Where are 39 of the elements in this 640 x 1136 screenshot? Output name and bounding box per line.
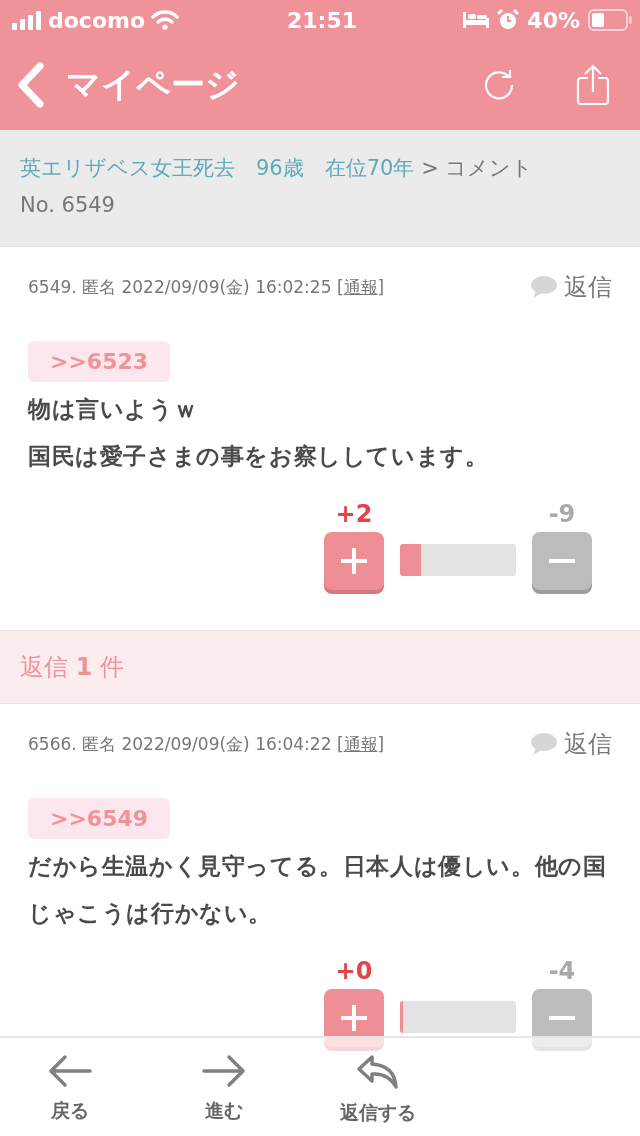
comment-text: 国民は愛子さまの事をお察ししています。 xyxy=(28,442,490,471)
plus-icon xyxy=(339,546,369,576)
signal-icon xyxy=(12,10,42,30)
comment-meta: 6566. 匿名 2022/09/09(金) 16:04:22 [通報] xyxy=(28,732,385,756)
toolbar-button[interactable]: 返信する xyxy=(336,1038,420,1126)
plus-count: +0 xyxy=(335,957,373,985)
minus-count: -4 xyxy=(548,957,576,985)
reply-button[interactable]: 返信 xyxy=(530,271,612,303)
comment-text: 物は言いようｗ xyxy=(28,395,199,424)
wifi-icon xyxy=(151,10,180,30)
report-link[interactable]: 通報 xyxy=(343,276,378,297)
back-chevron-icon xyxy=(16,62,46,108)
comment-text: だから生温かく見守ってる。日本人は優しい。他の国じゃこうは行かない。 xyxy=(28,852,608,928)
comment-meta: 6549. 匿名 2022/09/09(金) 16:02:25 [通報] xyxy=(28,275,385,299)
carrier-name: docomo xyxy=(48,7,146,33)
replies-header: 返信 1 件 xyxy=(0,630,640,703)
speech-bubble-icon xyxy=(530,732,558,756)
back-button[interactable]: マイページ xyxy=(16,62,240,108)
breadcrumb: 英エリザベス女王死去 96歳 在位70年 > コメント No. 6549 xyxy=(0,130,640,246)
bed-icon xyxy=(463,12,490,28)
toolbar-button[interactable]: 戻る xyxy=(28,1038,112,1124)
left-arrow-icon xyxy=(48,1054,92,1088)
toolbar-button[interactable]: 進む xyxy=(182,1038,266,1124)
speech-bubble-icon xyxy=(530,275,558,299)
plus-count: +2 xyxy=(335,500,373,528)
battery-percent: 40% xyxy=(527,7,580,33)
plus-icon xyxy=(339,1003,369,1033)
report-link[interactable]: 通報 xyxy=(343,733,378,754)
minus-icon xyxy=(547,1016,577,1020)
reply-button[interactable]: 返信 xyxy=(530,728,612,760)
reply-arrow-icon xyxy=(356,1054,400,1090)
minus-icon xyxy=(547,559,577,563)
alarm-clock-icon xyxy=(497,9,520,31)
status-time: 21:51 xyxy=(287,7,357,33)
right-arrow-icon xyxy=(202,1054,246,1088)
share-icon[interactable] xyxy=(576,64,610,106)
battery-icon xyxy=(588,9,632,31)
minus-count: -9 xyxy=(548,500,576,528)
refresh-icon[interactable] xyxy=(482,68,516,102)
